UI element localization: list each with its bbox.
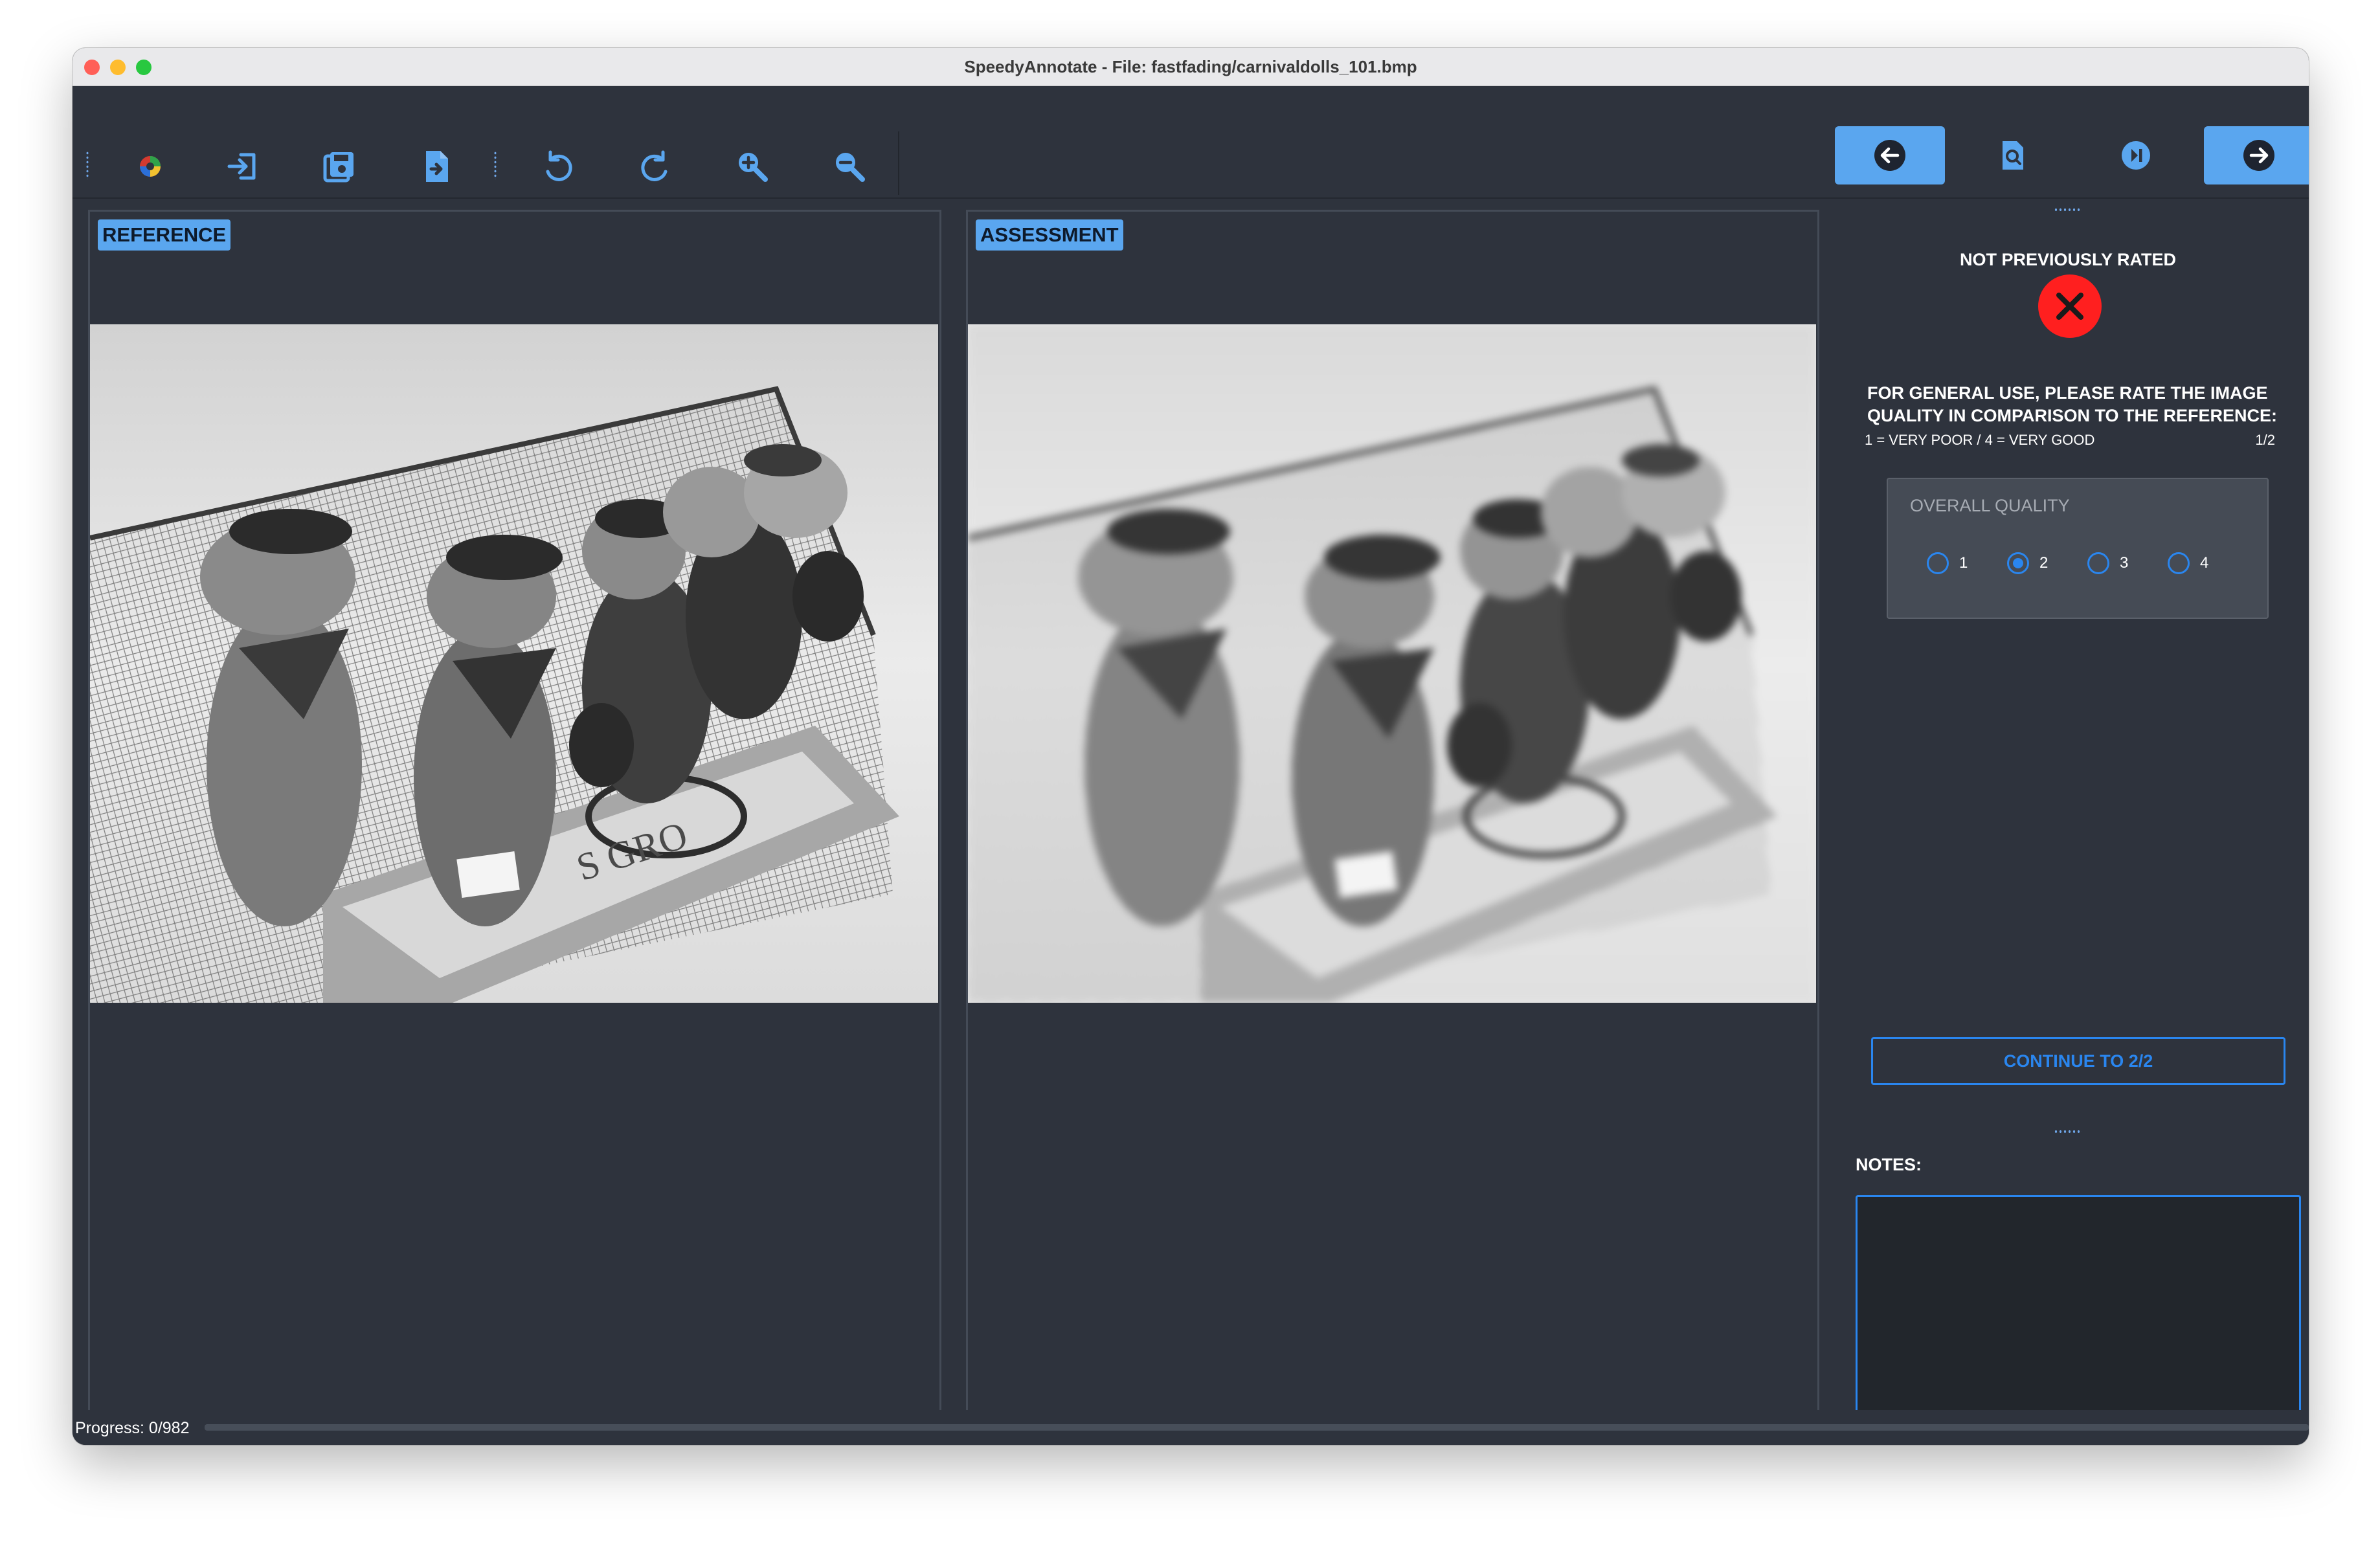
quality-option-label: 1 [1959,554,1968,572]
rotate-left-icon[interactable] [537,146,579,187]
rating-panel-grip[interactable] [2054,207,2082,212]
skip-to-next-unrated-button[interactable] [2081,126,2191,184]
quality-option-1[interactable]: 1 [1927,550,1968,576]
reference-image[interactable]: S GRO [90,324,938,1003]
notes-textarea[interactable] [1856,1195,2301,1445]
toolbar-divider [898,131,899,195]
not-rated-icon [2038,274,2102,338]
toolbar [73,86,2309,199]
assessment-image[interactable] [968,324,1816,1003]
assessment-panel: ASSESSMENT [966,210,1819,1440]
rating-status: NOT PREVIOUSLY RATED [1959,250,2177,269]
window-title: SpeedyAnnotate - File: fastfading/carniv… [964,57,1417,76]
progress-text: Progress: 0/982 [75,1419,190,1437]
radio-button-checked-icon[interactable] [2007,552,2029,574]
save-icon[interactable] [319,146,360,187]
import-icon[interactable] [221,146,263,187]
previous-image-button[interactable] [1835,126,1945,184]
rating-panel: NOT PREVIOUSLY RATED FOR GENERAL USE, PL… [1827,198,2309,1445]
notes-label: NOTES: [1856,1155,1922,1174]
toolbar-separator-grip[interactable] [493,151,497,179]
radio-button-icon[interactable] [2168,552,2190,574]
quality-option-label: 4 [2200,554,2209,572]
quality-option-label: 2 [2039,554,2049,572]
arrow-left-icon [1874,140,1905,171]
overall-quality-label: OVERALL QUALITY [1910,496,2070,515]
quality-option-label: 3 [2120,554,2129,572]
next-image-button[interactable] [2204,126,2309,184]
radio-button-icon[interactable] [2087,552,2109,574]
toolbar-grip-handle[interactable] [85,151,89,179]
export-file-icon[interactable] [416,146,457,187]
overall-progress-bar [205,1424,2309,1431]
rating-scale: 1 = VERY POOR / 4 = VERY GOOD [1865,432,2095,448]
rating-prompt: FOR GENERAL USE, PLEASE RATE THE IMAGE Q… [1867,383,2278,425]
rating-step: 1/2 [2255,432,2275,448]
status-bar: Progress: 0/982 [73,1410,2309,1445]
zoom-in-icon[interactable] [732,146,773,187]
quality-option-4[interactable]: 4 [2168,550,2208,576]
reference-label: REFERENCE [98,219,231,251]
zoom-out-icon[interactable] [829,146,870,187]
quality-option-3[interactable]: 3 [2087,550,2128,576]
overall-quality-group: OVERALL QUALITY 1 2 3 4 [1887,478,2269,619]
arrow-right-icon [2243,140,2274,171]
quality-option-2[interactable]: 2 [2007,550,2048,576]
search-image-button[interactable] [1958,126,2068,184]
reference-panel: REFERENCE S GRO [88,210,941,1440]
search-icon [2003,141,2023,170]
rotate-right-icon[interactable] [634,146,676,187]
radio-button-icon[interactable] [1927,552,1949,574]
title-bar: SpeedyAnnotate - File: fastfading/carniv… [73,48,2309,86]
assessment-label: ASSESSMENT [976,219,1123,251]
continue-button[interactable]: CONTINUE TO 2/2 [1871,1037,2285,1085]
app-logo-icon [129,146,171,187]
app-window: SpeedyAnnotate - File: fastfading/carniv… [73,48,2309,1445]
skip-next-icon [2122,141,2150,170]
notes-splitter-grip[interactable] [2054,1129,2082,1134]
